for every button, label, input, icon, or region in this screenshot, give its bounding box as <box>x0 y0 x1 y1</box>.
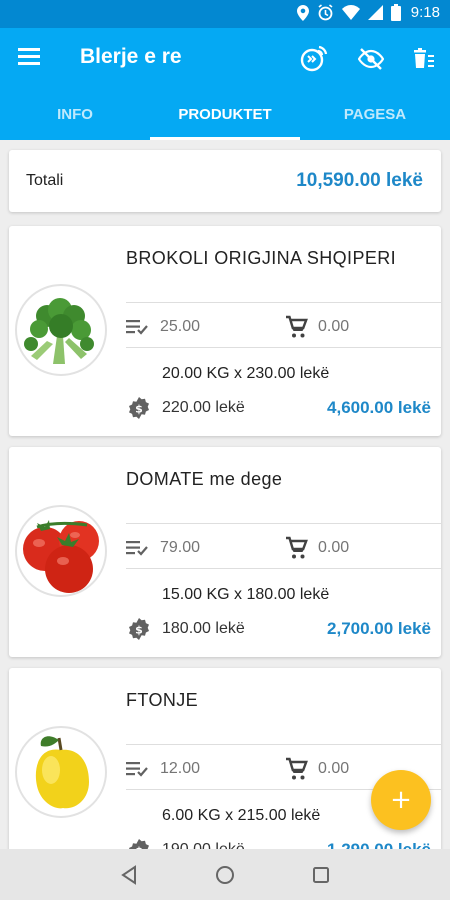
nav-home-button[interactable] <box>212 862 238 888</box>
signal-icon <box>367 5 383 20</box>
divider <box>126 347 441 348</box>
cart-quantity: 0.00 <box>318 318 350 335</box>
recents-square-icon <box>313 867 329 883</box>
product-image-broccoli <box>15 284 107 376</box>
total-card: Totali 10,590.00 lekë <box>9 150 441 212</box>
playlist-check-icon <box>126 541 148 556</box>
cart-quantity: 0.00 <box>318 760 350 777</box>
product-image-tomatoes <box>15 505 107 597</box>
divider <box>126 744 441 745</box>
wifi-icon <box>341 5 360 20</box>
system-navigation-bar <box>0 849 450 900</box>
divider <box>126 302 441 303</box>
location-icon <box>296 4 309 21</box>
stock-quantity: 79.00 <box>160 539 201 556</box>
product-price-row: $ 180.00 lekë 2,700.00 lekë <box>126 617 441 643</box>
delete-list-button[interactable] <box>406 42 440 76</box>
svg-text:$: $ <box>135 403 143 416</box>
divider <box>126 568 441 569</box>
tab-bar: INFO PRODUKTET PAGESA <box>0 98 450 140</box>
price-badge-icon: $ <box>129 618 149 640</box>
menu-icon <box>18 48 40 65</box>
product-name: BROKOLI ORIGJINA SHQIPERI <box>126 248 397 268</box>
scan-button[interactable] <box>297 42 331 76</box>
product-card[interactable]: FTONJE 12.00 0.00 6.00 KG x 215.00 lekë … <box>9 668 441 878</box>
product-image-quince <box>15 726 107 818</box>
app-bar: Blerje e re INFO PRODUKTET PAGESA <box>0 28 450 140</box>
visibility-button[interactable] <box>354 42 388 76</box>
unit-price: 180.00 lekë <box>162 620 245 637</box>
cart-icon <box>286 536 308 559</box>
home-circle-icon <box>216 866 234 884</box>
nav-back-button[interactable] <box>116 862 142 888</box>
back-triangle-icon <box>121 865 136 885</box>
cart-icon <box>286 315 308 338</box>
product-calculation: 6.00 KG x 215.00 lekë <box>162 807 321 824</box>
add-icon: + <box>390 785 412 815</box>
cart-quantity: 0.00 <box>318 539 350 556</box>
product-price-row: $ 220.00 lekë 4,600.00 lekë <box>126 396 441 422</box>
total-value: 10,590.00 lekë <box>296 170 423 191</box>
menu-button[interactable] <box>18 46 44 70</box>
product-quantity-row: 79.00 0.00 <box>126 535 441 561</box>
alarm-icon <box>318 4 333 21</box>
scan-icon <box>300 45 328 72</box>
product-quantity-row: 25.00 0.00 <box>126 314 441 340</box>
tab-pagesa[interactable]: PAGESA <box>300 98 450 140</box>
status-time: 9:18 <box>410 4 440 21</box>
visibility-off-icon <box>358 48 384 70</box>
stock-quantity: 25.00 <box>160 318 201 335</box>
nav-recents-button[interactable] <box>308 862 334 888</box>
line-total: 2,700.00 lekë <box>327 619 431 638</box>
svg-text:$: $ <box>135 624 143 637</box>
product-card[interactable]: BROKOLI ORIGJINA SHQIPERI 25.00 0.00 20.… <box>9 226 441 436</box>
total-label: Totali <box>26 172 64 189</box>
divider <box>126 523 441 524</box>
battery-icon <box>390 4 401 21</box>
tab-info[interactable]: INFO <box>0 98 150 140</box>
add-product-button[interactable]: + <box>371 770 431 830</box>
product-name: FTONJE <box>126 690 199 710</box>
tab-produktet[interactable]: PRODUKTET <box>150 98 300 140</box>
status-bar: 9:18 <box>0 0 450 28</box>
unit-price: 220.00 lekë <box>162 399 245 416</box>
price-badge-icon: $ <box>129 397 149 419</box>
product-name: DOMATE me dege <box>126 469 283 489</box>
product-calculation: 15.00 KG x 180.00 lekë <box>162 586 330 603</box>
product-card[interactable]: DOMATE me dege 79.00 0.00 15.00 KG x 180… <box>9 447 441 657</box>
line-total: 4,600.00 lekë <box>327 398 431 417</box>
cart-icon <box>286 757 308 780</box>
page-title: Blerje e re <box>80 45 182 68</box>
playlist-check-icon <box>126 320 148 335</box>
stock-quantity: 12.00 <box>160 760 201 777</box>
product-calculation: 20.00 KG x 230.00 lekë <box>162 365 330 382</box>
playlist-check-icon <box>126 762 148 777</box>
delete-list-icon <box>414 48 434 68</box>
